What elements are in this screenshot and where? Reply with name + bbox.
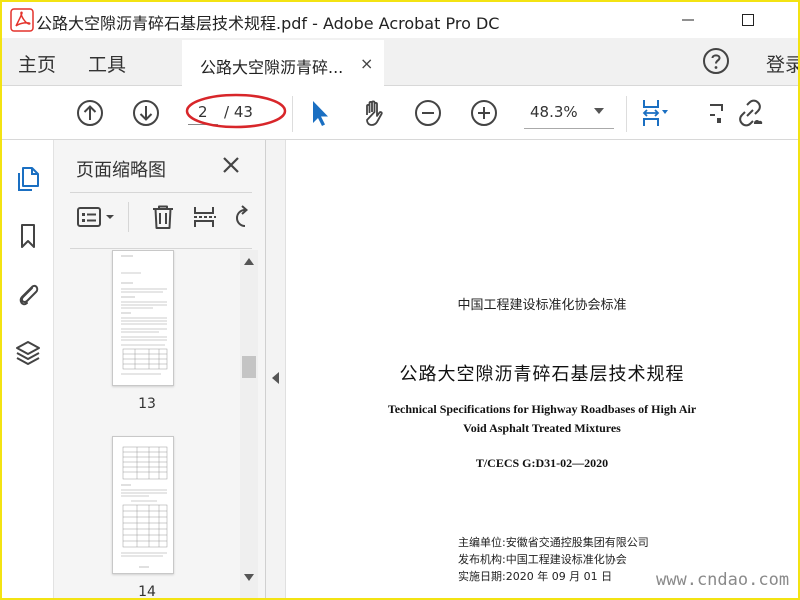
doc-chief-editor: 主编单位:安徽省交通控股集团有限公司 [458, 536, 649, 549]
toolbar: / 43 48.3% [2, 86, 798, 140]
thumbnail-page-14[interactable] [112, 436, 174, 574]
close-icon[interactable] [220, 154, 242, 176]
doc-title-chinese: 公路大空隙沥青碎石基层技术规程 [399, 364, 685, 385]
hand-icon[interactable] [358, 97, 390, 129]
scroll-down-arrow[interactable] [244, 574, 254, 581]
doc-title-english-line-1: Technical Specifications for Highway Roa… [387, 402, 697, 416]
extract-icon[interactable] [192, 204, 218, 230]
thumbnail-content [121, 446, 168, 568]
doc-title-english-line-2: Void Asphalt Treated Mixtures [463, 421, 621, 435]
doc-effective-date: 实施日期:2020 年 09 月 01 日 [458, 570, 613, 583]
zoom-value[interactable]: 48.3% [530, 103, 578, 121]
zoom-underline [524, 128, 614, 129]
next-page-icon[interactable] [130, 97, 162, 129]
thumbnail-list: 13 14 [54, 250, 240, 598]
toolbar-separator [292, 96, 293, 132]
doc-standard-org: 中国工程建设标准化协会标准 [457, 298, 627, 313]
doc-standard-code: T/CECS G:D31-02—2020 [475, 456, 609, 470]
thumbnail-content [121, 255, 168, 375]
pages-icon[interactable] [14, 164, 42, 192]
zoom-in-icon[interactable] [468, 97, 500, 129]
help-icon[interactable] [702, 47, 730, 75]
panel-divider [70, 192, 252, 193]
document-tab-label: 公路大空隙沥青碎... [200, 58, 344, 77]
comment-icon[interactable] [702, 97, 734, 129]
delete-icon[interactable] [150, 204, 176, 230]
panel-title: 页面缩略图 [76, 160, 166, 181]
left-navigation-rail [2, 140, 54, 598]
thumbnail-scrollbar[interactable] [240, 250, 258, 598]
watermark-text: www.cndao.com [656, 570, 790, 590]
panel-collapse-handle[interactable] [266, 140, 286, 598]
toolbar-separator [626, 96, 627, 132]
fit-page-icon[interactable] [638, 97, 670, 129]
maximize-icon [742, 14, 754, 26]
tab-close-button[interactable]: × [360, 54, 373, 73]
maximize-button[interactable] [728, 6, 768, 34]
options-icon[interactable] [76, 204, 116, 230]
minimize-button[interactable] [668, 6, 708, 34]
scroll-up-arrow[interactable] [244, 258, 254, 265]
scrollbar-thumb[interactable] [242, 356, 256, 378]
menu-tools[interactable]: 工具 [88, 50, 126, 77]
attachment-icon[interactable] [14, 280, 42, 308]
minimize-icon [682, 19, 694, 21]
thumbnail-label: 14 [138, 584, 156, 598]
thumbnail-label: 13 [138, 396, 156, 412]
select-arrow-icon[interactable] [304, 97, 336, 129]
doc-publisher: 发布机构:中国工程建设标准化协会 [458, 553, 627, 566]
layers-icon[interactable] [14, 338, 42, 366]
panel-divider [70, 248, 252, 249]
app-window: 公路大空隙沥青碎石基层技术规程.pdf - Adobe Acrobat Pro … [2, 2, 798, 598]
highlight-ellipse [185, 93, 287, 129]
link-icon[interactable] [734, 97, 766, 129]
document-tab[interactable]: 公路大空隙沥青碎... × [182, 40, 384, 86]
zoom-out-icon[interactable] [412, 97, 444, 129]
panel-toolbar-separator [128, 202, 129, 232]
menu-bar: 主页 工具 公路大空隙沥青碎... × 登录 [2, 38, 798, 86]
title-bar: 公路大空隙沥青碎石基层技术规程.pdf - Adobe Acrobat Pro … [2, 2, 798, 38]
prev-page-icon[interactable] [74, 97, 106, 129]
menu-home[interactable]: 主页 [18, 50, 56, 77]
bookmark-icon[interactable] [14, 222, 42, 250]
acrobat-logo-icon [10, 8, 34, 32]
zoom-dropdown-arrow[interactable] [594, 108, 604, 114]
rotate-icon[interactable] [232, 204, 258, 230]
login-button[interactable]: 登录 [766, 50, 798, 77]
collapse-arrow-icon [272, 372, 279, 384]
thumbnail-page-13[interactable] [112, 250, 174, 386]
page-thumbnails-panel: 页面缩略图 13 14 [54, 140, 266, 598]
document-view: 中国工程建设标准化协会标准 公路大空隙沥青碎石基层技术规程 Technical … [286, 140, 798, 598]
window-title: 公路大空隙沥青碎石基层技术规程.pdf - Adobe Acrobat Pro … [36, 14, 500, 33]
